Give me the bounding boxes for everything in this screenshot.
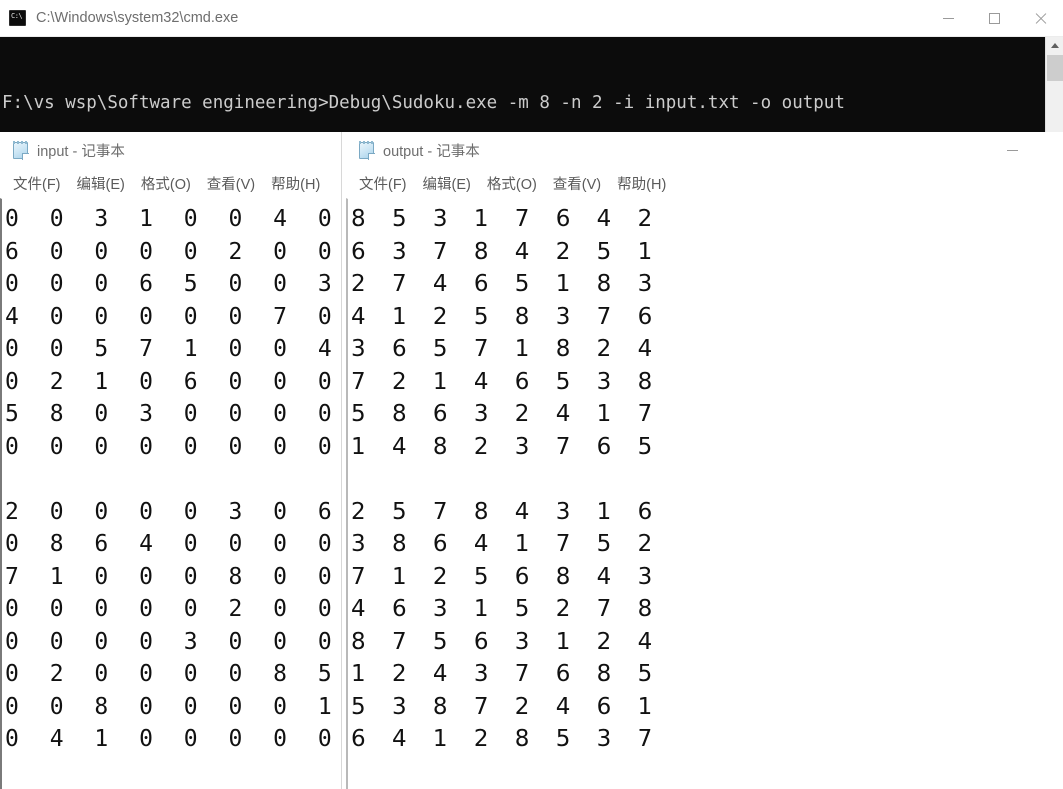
cmd-maximize-button[interactable]: [971, 0, 1017, 37]
cmd-console-line: F:\vs wsp\Software engineering>Debug\Sud…: [2, 93, 845, 113]
sudoku-row: 0 0 0 0 3 0 0 0: [5, 628, 341, 655]
notepad-icon: [11, 140, 29, 160]
notepad-output-titlebar[interactable]: output - 记事本: [346, 132, 1063, 168]
sudoku-row: 6 0 0 0 0 2 0 0: [5, 238, 341, 265]
sudoku-row: 8 7 5 6 3 1 2 4: [351, 628, 662, 655]
sudoku-row: 1 4 8 2 3 7 6 5: [351, 433, 662, 460]
sudoku-row: 0 0 8 0 0 0 0 1: [5, 693, 341, 720]
sudoku-row: 4 0 0 0 0 0 7 0: [5, 303, 341, 330]
notepad-window-input: input - 记事本 文件(F) 编辑(E) 格式(O) 查看(V) 帮助(H…: [0, 132, 342, 789]
sudoku-row: 6 3 7 8 4 2 5 1: [351, 238, 662, 265]
sudoku-row: 0 0 0 0 0 0 0 0: [5, 433, 341, 460]
sudoku-row: 7 1 0 0 0 8 0 0: [5, 563, 341, 590]
text-blank-line: [5, 463, 341, 496]
sudoku-row: 5 8 6 3 2 4 1 7: [351, 401, 662, 427]
sudoku-row: 4 1 2 5 8 3 7 6: [351, 303, 662, 330]
sudoku-row: 0 0 0 6 5 0 0 3: [5, 271, 341, 297]
notepad-output-textarea[interactable]: 8 5 3 1 7 6 4 2 6 3 7 8 4 2 5 1 2 7 4 6 5 …: [346, 198, 1063, 789]
sudoku-row: 0 0 3 1 0 0 4 0: [5, 206, 341, 232]
menu-item-file[interactable]: 文件(F): [5, 170, 69, 197]
sudoku-row: 6 4 1 2 8 5 3 7: [351, 726, 662, 752]
menu-item-view[interactable]: 查看(V): [545, 170, 609, 197]
cmd-titlebar[interactable]: C:\Windows\system32\cmd.exe: [0, 0, 1063, 37]
sudoku-row: 7 1 2 5 6 8 4 3: [351, 563, 662, 590]
sudoku-row: 0 8 6 4 0 0 0 0: [5, 531, 341, 557]
scroll-up-button[interactable]: [1046, 37, 1063, 54]
sudoku-row: 7 2 1 4 6 5 3 8: [351, 368, 662, 395]
notepad-input-title: input - 记事本: [37, 143, 125, 160]
notepad-output-minimize-button[interactable]: [989, 132, 1035, 168]
sudoku-row: 3 8 6 4 1 7 5 2: [351, 531, 662, 557]
menu-item-help[interactable]: 帮助(H): [263, 170, 328, 197]
sudoku-row: 2 5 7 8 4 3 1 6: [351, 498, 662, 525]
notepad-icon: [357, 140, 375, 160]
sudoku-row: 0 2 0 0 0 0 8 5: [5, 661, 341, 687]
sudoku-row: 0 2 1 0 6 0 0 0: [5, 368, 341, 395]
menu-item-edit[interactable]: 编辑(E): [415, 170, 479, 197]
sudoku-row: 0 4 1 0 0 0 0 0: [5, 726, 341, 752]
notepad-output-menubar: 文件(F) 编辑(E) 格式(O) 查看(V) 帮助(H): [346, 168, 1063, 198]
minimize-icon: [942, 17, 954, 19]
maximize-icon: [988, 12, 1000, 24]
cmd-window-controls: [925, 0, 1063, 37]
notepad-output-title: output - 记事本: [383, 143, 480, 160]
notepad-input-titlebar[interactable]: input - 记事本: [0, 132, 341, 168]
sudoku-row: 2 0 0 0 0 3 0 6: [5, 498, 341, 525]
cmd-scrollbar[interactable]: [1045, 37, 1063, 132]
scrollbar-thumb[interactable]: [1047, 55, 1063, 81]
cmd-close-button[interactable]: [1017, 0, 1063, 37]
cmd-icon: [9, 10, 26, 26]
menu-item-edit[interactable]: 编辑(E): [69, 170, 133, 197]
cmd-window-title: C:\Windows\system32\cmd.exe: [36, 10, 239, 26]
sudoku-row: 5 3 8 7 2 4 6 1: [351, 693, 662, 720]
menu-item-help[interactable]: 帮助(H): [609, 170, 674, 197]
sudoku-row: 1 2 4 3 7 6 8 5: [351, 661, 662, 687]
sudoku-row: 0 0 0 0 0 2 0 0: [5, 596, 341, 622]
menu-item-view[interactable]: 查看(V): [199, 170, 263, 197]
sudoku-row: 2 7 4 6 5 1 8 3: [351, 271, 662, 297]
sudoku-row: 3 6 5 7 1 8 2 4: [351, 336, 662, 362]
sudoku-row: 8 5 3 1 7 6 4 2: [351, 206, 662, 232]
notepad-window-output: output - 记事本 文件(F) 编辑(E) 格式(O) 查看(V) 帮助(…: [346, 132, 1063, 789]
menu-item-file[interactable]: 文件(F): [351, 170, 415, 197]
text-blank-line: [351, 463, 1063, 496]
menu-item-format[interactable]: 格式(O): [479, 170, 545, 197]
scroll-up-arrow-icon: [1050, 43, 1059, 48]
minimize-icon: [1006, 149, 1018, 151]
cmd-minimize-button[interactable]: [925, 0, 971, 37]
notepad-input-textarea[interactable]: 0 0 3 1 0 0 4 0 6 0 0 0 0 2 0 0 0 0 0 6 5 …: [0, 198, 341, 789]
close-icon: [1034, 12, 1047, 25]
notepad-input-menubar: 文件(F) 编辑(E) 格式(O) 查看(V) 帮助(H): [0, 168, 341, 198]
sudoku-row: 0 0 5 7 1 0 0 4: [5, 336, 341, 362]
menu-item-format[interactable]: 格式(O): [133, 170, 199, 197]
cmd-window: C:\Windows\system32\cmd.exe F:\vs wsp\So…: [0, 0, 1063, 132]
cmd-console-output[interactable]: F:\vs wsp\Software engineering>Debug\Sud…: [0, 37, 1045, 132]
sudoku-row: 4 6 3 1 5 2 7 8: [351, 596, 662, 622]
sudoku-row: 5 8 0 3 0 0 0 0: [5, 401, 341, 427]
